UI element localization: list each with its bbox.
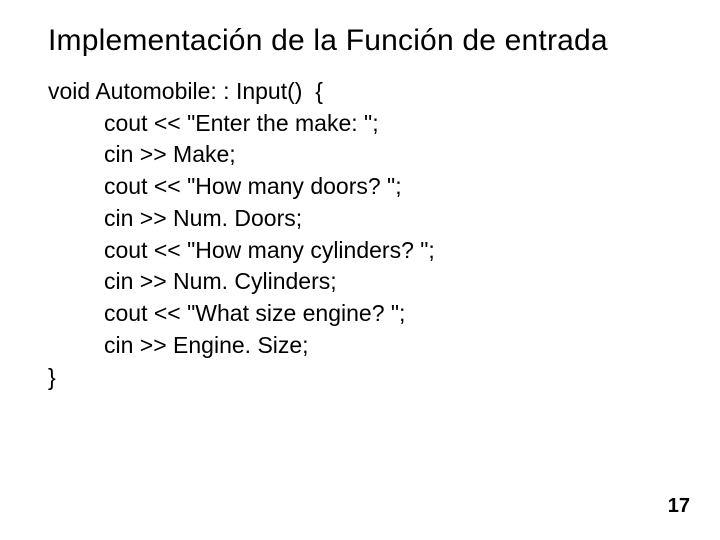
code-line: cin >> Make; bbox=[48, 139, 680, 171]
code-line: cout << "How many doors? "; bbox=[48, 171, 680, 203]
slide-title: Implementación de la Función de entrada bbox=[48, 24, 680, 58]
page-number: 17 bbox=[668, 495, 690, 518]
slide: Implementación de la Función de entrada … bbox=[0, 0, 720, 540]
code-line: void Automobile: : Input() { bbox=[48, 76, 680, 108]
code-line: cin >> Num. Doors; bbox=[48, 203, 680, 235]
code-line: } bbox=[48, 362, 680, 394]
code-line: cout << "How many cylinders? "; bbox=[48, 235, 680, 267]
code-line: cout << "What size engine? "; bbox=[48, 298, 680, 330]
code-line: cout << "Enter the make: "; bbox=[48, 108, 680, 140]
code-block: void Automobile: : Input() { cout << "En… bbox=[48, 76, 680, 393]
code-line: cin >> Engine. Size; bbox=[48, 330, 680, 362]
code-line: cin >> Num. Cylinders; bbox=[48, 266, 680, 298]
